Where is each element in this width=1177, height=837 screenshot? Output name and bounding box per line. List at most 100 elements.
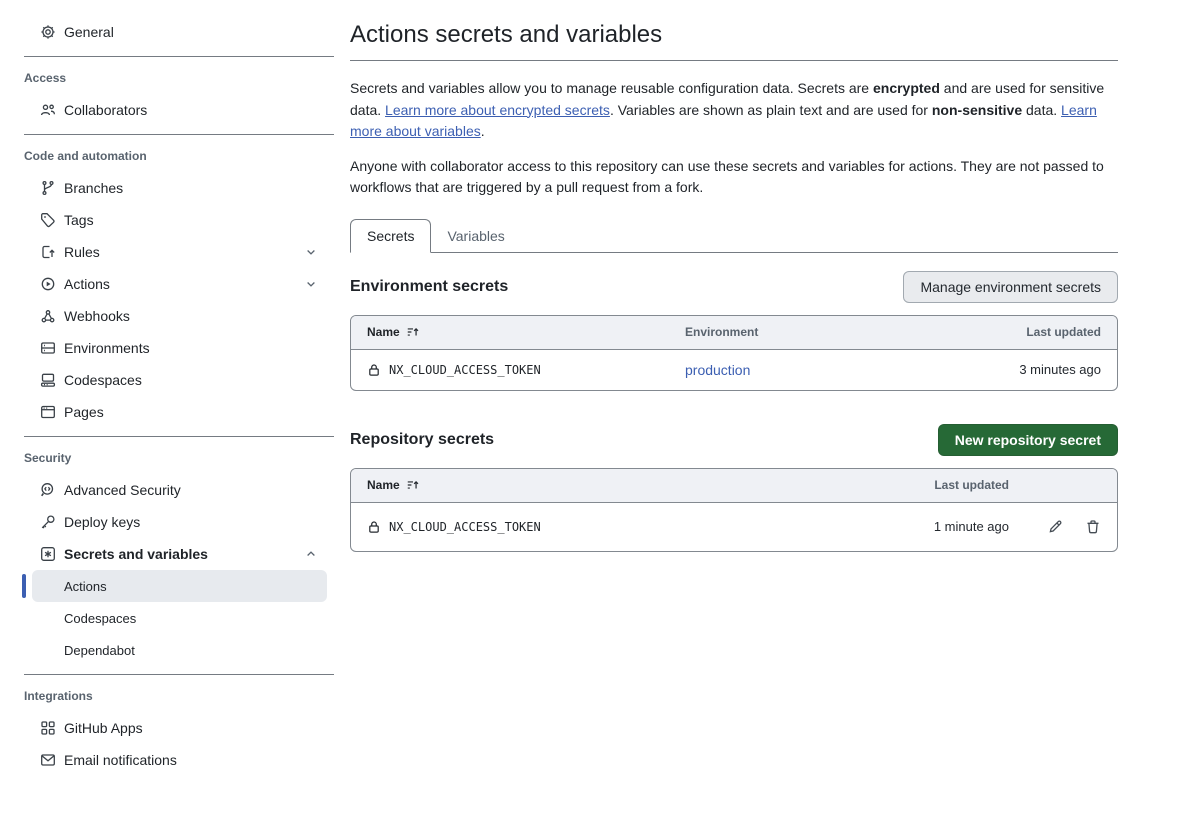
secret-name-cell: NX_CLOUD_ACCESS_TOKEN	[367, 363, 685, 377]
delete-trash-icon[interactable]	[1085, 519, 1101, 535]
edit-pencil-icon[interactable]	[1047, 519, 1063, 535]
sidebar-item-label: Rules	[64, 244, 100, 260]
chevron-down-icon	[305, 278, 317, 290]
codespaces-icon	[40, 372, 56, 388]
sidebar-item-rules[interactable]: Rules	[0, 236, 335, 268]
sidebar-item-label: Codespaces	[64, 372, 142, 388]
repository-secrets-header: Repository secrets New repository secret	[350, 424, 1118, 456]
secret-name: NX_CLOUD_ACCESS_TOKEN	[389, 363, 541, 377]
intro-paragraph-2: Anyone with collaborator access to this …	[350, 156, 1118, 199]
codescan-icon	[40, 482, 56, 498]
repository-secrets-table-header: Name Last updated	[351, 469, 1117, 502]
column-header-name: Name	[367, 325, 685, 339]
sidebar-item-label: Collaborators	[64, 102, 147, 118]
sidebar-subitem-codespaces[interactable]: Codespaces	[32, 602, 327, 634]
sidebar-item-actions[interactable]: Actions	[0, 268, 335, 300]
sidebar-item-email-notifications[interactable]: Email notifications	[0, 744, 335, 776]
manage-environment-secrets-button[interactable]: Manage environment secrets	[903, 271, 1118, 303]
settings-sidebar: General Access Collaborators Code and au…	[0, 0, 335, 776]
column-header-name-label: Name	[367, 478, 400, 492]
sidebar-item-label: GitHub Apps	[64, 720, 143, 736]
column-header-name-label: Name	[367, 325, 400, 339]
sidebar-divider	[24, 436, 334, 437]
sidebar-item-label: General	[64, 24, 114, 40]
intro-text-segment: .	[481, 123, 485, 139]
intro-text-segment: Secrets and variables allow you to manag…	[350, 80, 873, 96]
secret-name: NX_CLOUD_ACCESS_TOKEN	[389, 520, 541, 534]
sidebar-item-environments[interactable]: Environments	[0, 332, 335, 364]
sidebar-section-integrations: Integrations	[24, 689, 311, 703]
sidebar-item-deploy-keys[interactable]: Deploy keys	[0, 506, 335, 538]
main-content: Actions secrets and variables Secrets an…	[350, 0, 1118, 552]
sidebar-item-label: Deploy keys	[64, 514, 140, 530]
environment-secret-row: NX_CLOUD_ACCESS_TOKEN production 3 minut…	[351, 349, 1117, 390]
tab-variables[interactable]: Variables	[431, 220, 520, 252]
sidebar-item-advanced-security[interactable]: Advanced Security	[0, 474, 335, 506]
play-circle-icon	[40, 276, 56, 292]
last-updated-cell: 1 minute ago	[849, 519, 1009, 534]
sidebar-item-label: Branches	[64, 180, 123, 196]
sidebar-item-label: Webhooks	[64, 308, 130, 324]
intro-paragraph-1: Secrets and variables allow you to manag…	[350, 78, 1118, 143]
sort-ascending-icon[interactable]	[406, 325, 420, 339]
column-header-name: Name	[367, 478, 849, 492]
sidebar-item-label: Tags	[64, 212, 94, 228]
column-header-last-updated: Last updated	[931, 325, 1101, 339]
sidebar-divider	[24, 134, 334, 135]
rules-icon	[40, 244, 56, 260]
webhook-icon	[40, 308, 56, 324]
git-branch-icon	[40, 180, 56, 196]
sidebar-subitem-dependabot[interactable]: Dependabot	[32, 634, 327, 666]
sidebar-item-label: Actions	[64, 579, 107, 594]
sidebar-item-general[interactable]: General	[0, 16, 335, 48]
chevron-up-icon	[305, 548, 317, 560]
tag-icon	[40, 212, 56, 228]
sidebar-item-label: Dependabot	[64, 643, 135, 658]
server-icon	[40, 340, 56, 356]
environment-secrets-heading: Environment secrets	[350, 278, 508, 296]
column-header-last-updated: Last updated	[849, 478, 1009, 492]
environment-link[interactable]: production	[685, 362, 750, 378]
intro-text-segment: data.	[1022, 102, 1061, 118]
intro-bold-non-sensitive: non-sensitive	[932, 102, 1022, 118]
tab-secrets[interactable]: Secrets	[350, 219, 431, 253]
last-updated-cell: 3 minutes ago	[931, 362, 1101, 377]
sidebar-divider	[24, 56, 334, 57]
sidebar-item-secrets-and-variables[interactable]: Secrets and variables	[0, 538, 335, 570]
sidebar-item-github-apps[interactable]: GitHub Apps	[0, 712, 335, 744]
sidebar-item-branches[interactable]: Branches	[0, 172, 335, 204]
sidebar-item-label: Pages	[64, 404, 104, 420]
sidebar-item-tags[interactable]: Tags	[0, 204, 335, 236]
sort-ascending-icon[interactable]	[406, 478, 420, 492]
intro-text: Secrets and variables allow you to manag…	[350, 78, 1118, 199]
browser-icon	[40, 404, 56, 420]
repository-secret-row: NX_CLOUD_ACCESS_TOKEN 1 minute ago	[351, 502, 1117, 551]
sidebar-section-code-automation: Code and automation	[24, 149, 311, 163]
sidebar-divider	[24, 674, 334, 675]
sidebar-item-collaborators[interactable]: Collaborators	[0, 94, 335, 126]
secrets-variables-tabs: Secrets Variables	[350, 219, 1118, 253]
gear-icon	[40, 24, 56, 40]
secret-name-cell: NX_CLOUD_ACCESS_TOKEN	[367, 520, 849, 534]
sidebar-item-label: Environments	[64, 340, 150, 356]
new-repository-secret-button[interactable]: New repository secret	[938, 424, 1118, 456]
sidebar-item-label: Codespaces	[64, 611, 136, 626]
row-actions	[1009, 519, 1101, 535]
sidebar-item-pages[interactable]: Pages	[0, 396, 335, 428]
key-icon	[40, 514, 56, 530]
sidebar-item-label: Secrets and variables	[64, 546, 208, 562]
intro-bold-encrypted: encrypted	[873, 80, 940, 96]
sidebar-item-webhooks[interactable]: Webhooks	[0, 300, 335, 332]
repository-secrets-heading: Repository secrets	[350, 431, 494, 449]
environment-cell: production	[685, 362, 931, 378]
intro-text-segment: . Variables are shown as plain text and …	[610, 102, 932, 118]
sidebar-item-label: Actions	[64, 276, 110, 292]
sidebar-item-label: Email notifications	[64, 752, 177, 768]
apps-grid-icon	[40, 720, 56, 736]
mail-icon	[40, 752, 56, 768]
sidebar-subitem-actions[interactable]: Actions	[32, 570, 327, 602]
sidebar-item-codespaces[interactable]: Codespaces	[0, 364, 335, 396]
learn-more-encrypted-secrets-link[interactable]: Learn more about encrypted secrets	[385, 102, 610, 118]
sidebar-section-access: Access	[24, 71, 311, 85]
sidebar-item-label: Advanced Security	[64, 482, 181, 498]
